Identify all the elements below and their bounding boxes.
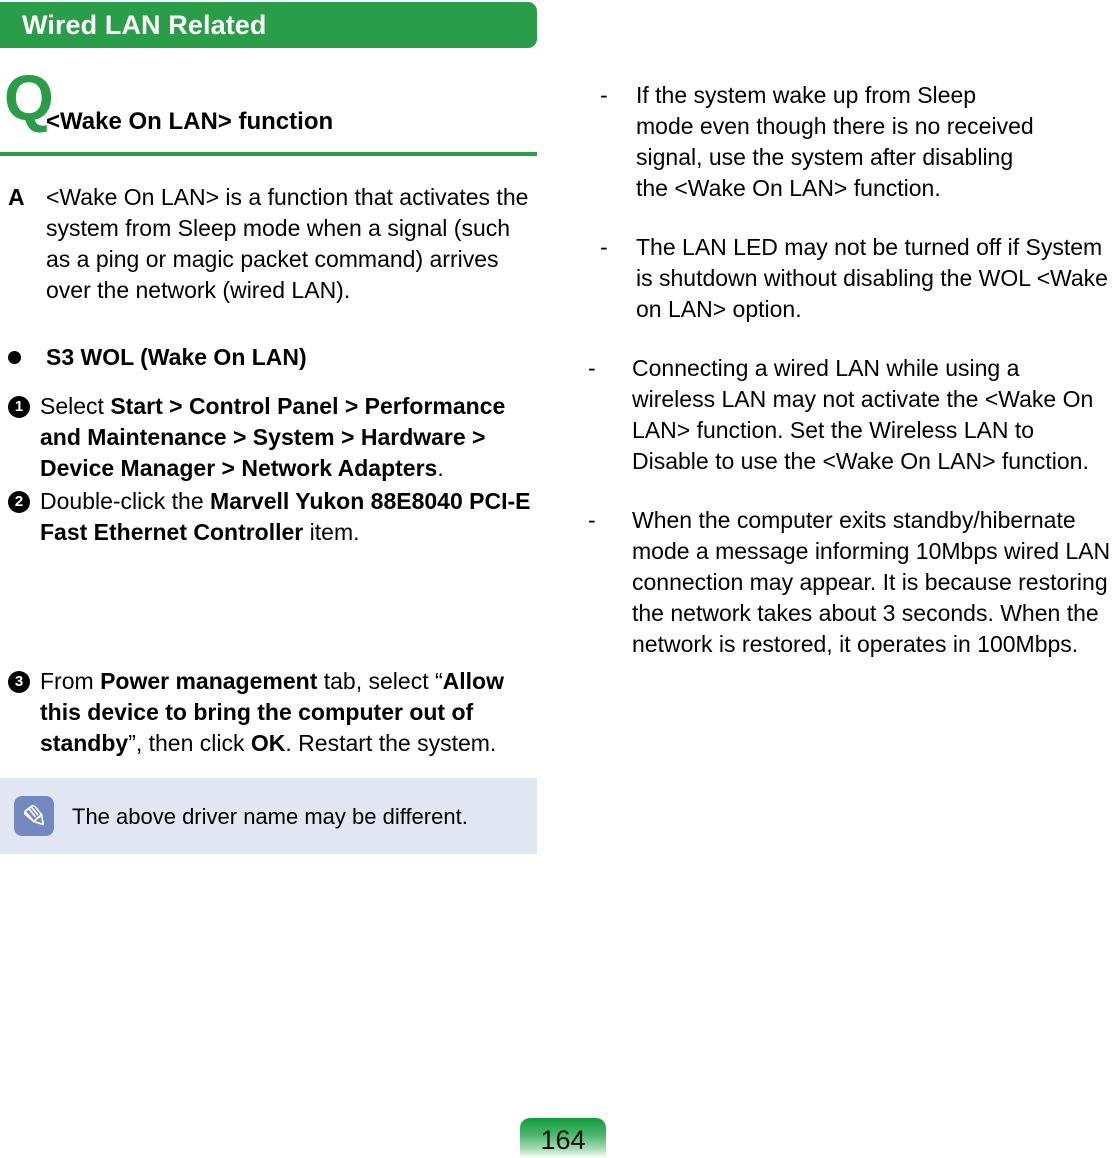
dash-marker: - — [600, 82, 608, 108]
question-title: <Wake On LAN> function — [46, 108, 334, 135]
note-list-item: - When the computer exits standby/hibern… — [582, 505, 1120, 660]
page-number-badge: 164 — [520, 1118, 606, 1158]
step-item: 2 Double-click the Marvell Yukon 88E8040… — [0, 486, 545, 548]
note-list-item: - If the system wake up from Sleep mode … — [582, 80, 1120, 204]
note-list-text: The LAN LED may not be turned off if Sys… — [636, 234, 1108, 322]
note-list-text: Connecting a wired LAN while using a wir… — [632, 355, 1094, 474]
answer-text: <Wake On LAN> is a function that activat… — [46, 184, 529, 303]
bullet-dot-icon — [8, 342, 46, 373]
section-heading-row: S3 WOL (Wake On LAN) — [0, 342, 545, 373]
page-number: 164 — [540, 1125, 586, 1155]
answer-marker: A — [8, 184, 25, 210]
page-header-banner: Wired LAN Related — [0, 2, 537, 48]
pencil-icon — [14, 796, 54, 836]
note-list-text: When the computer exits standby/hibernat… — [632, 507, 1111, 657]
note-list-item: - The LAN LED may not be turned off if S… — [582, 232, 1120, 325]
right-column: - If the system wake up from Sleep mode … — [582, 80, 1120, 660]
dash-marker: - — [588, 507, 596, 533]
dash-marker: - — [600, 234, 608, 260]
section-heading-label: S3 WOL (Wake On LAN) — [46, 344, 307, 370]
page-title: Wired LAN Related — [22, 9, 267, 40]
dash-marker: - — [588, 355, 596, 381]
note-callout: The above driver name may be different. — [0, 778, 537, 854]
step-number-icon: 2 — [8, 486, 40, 513]
note-list-text: If the system wake up from Sleep mode ev… — [636, 82, 1034, 201]
step-item: 3 From Power management tab, select “All… — [0, 666, 545, 759]
step-text: Select Start > Control Panel > Performan… — [40, 393, 506, 481]
note-text: The above driver name may be different. — [72, 803, 468, 829]
step-number-icon: 1 — [8, 391, 40, 418]
answer-block: A <Wake On LAN> is a function that activ… — [0, 182, 545, 306]
left-column: Q <Wake On LAN> function A <Wake On LAN>… — [0, 66, 545, 854]
note-list-item: - Connecting a wired LAN while using a w… — [582, 353, 1120, 477]
question-block: Q <Wake On LAN> function — [0, 66, 545, 156]
step-item: 1 Select Start > Control Panel > Perform… — [0, 391, 545, 484]
step-text: Double-click the Marvell Yukon 88E8040 P… — [40, 488, 531, 545]
question-divider — [0, 152, 537, 156]
step-text: From Power management tab, select “Allow… — [40, 668, 504, 756]
step-number-icon: 3 — [8, 666, 40, 693]
